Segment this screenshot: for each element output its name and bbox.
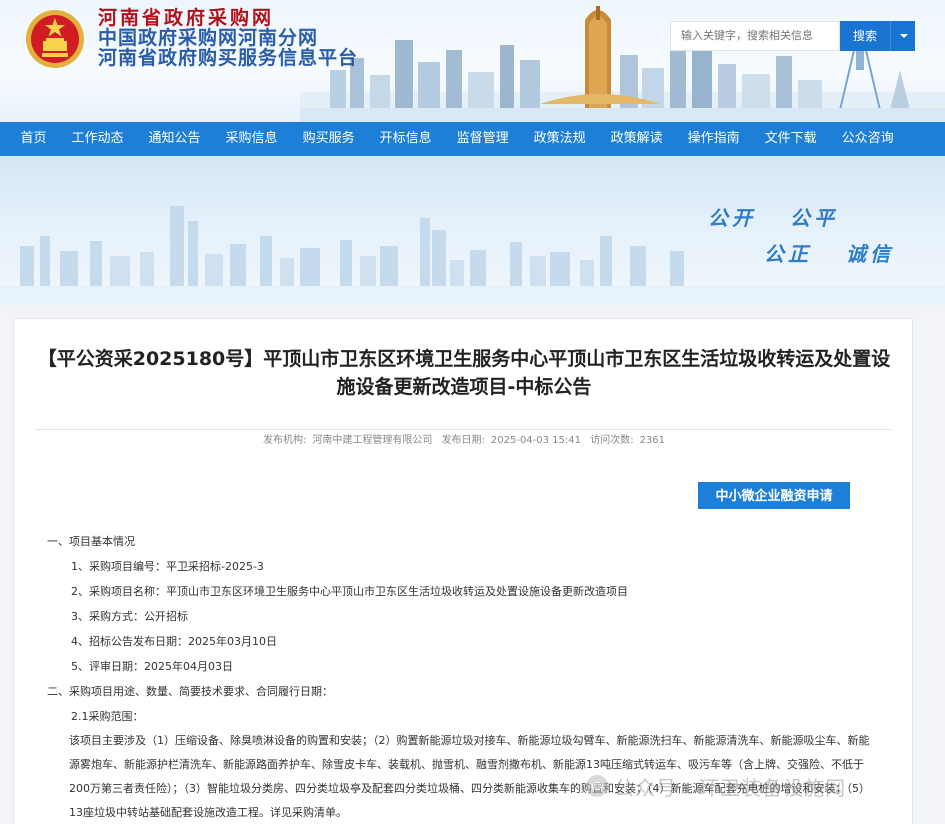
site-title-secondary: 中国政府采购网河南分网 xyxy=(98,27,319,49)
nav-item-policy-interpretation[interactable]: 政策解读 xyxy=(598,122,675,156)
city-skyline-illustration xyxy=(300,6,945,122)
nav-item-downloads[interactable]: 文件下载 xyxy=(752,122,829,156)
article-title: 【平公资采2025180号】平顶山市卫东区环境卫生服务中心平顶山市卫东区生活垃圾… xyxy=(37,348,891,398)
search-button[interactable]: 搜索 xyxy=(840,21,890,51)
nav-item-guide[interactable]: 操作指南 xyxy=(675,122,752,156)
meta-publisher: 河南中建工程管理有限公司 xyxy=(312,435,433,446)
slogan-justice: 公正 xyxy=(764,242,812,266)
sme-financing-button[interactable]: 中小微企业融资申请 xyxy=(698,482,850,509)
title-divider xyxy=(36,429,892,430)
site-title-primary: 河南省政府采购网 xyxy=(98,7,275,29)
info-item-announcement-date: 4、招标公告发布日期：2025年03月10日 xyxy=(71,635,277,648)
nav-item-procurement-info[interactable]: 采购信息 xyxy=(213,122,290,156)
nav-item-notices[interactable]: 通知公告 xyxy=(136,122,213,156)
subsection-scope: 2.1采购范围： xyxy=(71,710,144,723)
section-heading-basic-info: 一、项目基本情况 xyxy=(47,535,135,548)
nav-item-work-news[interactable]: 工作动态 xyxy=(59,122,136,156)
site-title-tertiary: 河南省政府购买服务信息平台 xyxy=(98,47,359,69)
section-heading-usage: 二、采购项目用途、数量、简要技术要求、合同履行日期： xyxy=(47,685,333,698)
search-dropdown-chevron-down-icon[interactable] xyxy=(890,21,915,51)
meta-views: 2361 xyxy=(639,435,666,446)
meta-date-label: 发布日期: xyxy=(441,435,485,446)
nav-item-purchase-services[interactable]: 购买服务 xyxy=(290,122,367,156)
info-item-project-number: 1、采购项目编号：平卫采招标-2025-3 xyxy=(71,560,264,573)
nav-item-bid-opening[interactable]: 开标信息 xyxy=(367,122,444,156)
main-navigation: 首页 工作动态 通知公告 采购信息 购买服务 开标信息 监督管理 政策法规 政策… xyxy=(0,122,945,156)
meta-views-label: 访问次数: xyxy=(590,435,634,446)
nav-item-consultation[interactable]: 公众咨询 xyxy=(829,122,906,156)
site-header: 河南省政府采购网 中国政府采购网河南分网 河南省政府购买服务信息平台 搜索 xyxy=(0,0,945,122)
nav-item-policies[interactable]: 政策法规 xyxy=(521,122,598,156)
site-titles: 河南省政府采购网 中国政府采购网河南分网 河南省政府购买服务信息平台 xyxy=(98,8,358,68)
national-emblem-icon xyxy=(26,10,84,68)
article-meta: 发布机构: 河南中建工程管理有限公司 发布日期: 2025-04-03 15:41 … xyxy=(14,431,914,446)
slogan-fairness: 公平 xyxy=(790,206,838,230)
hero-banner: 公开 公平 公正 诚信 xyxy=(0,156,945,305)
wechat-icon xyxy=(586,775,608,797)
meta-date: 2025-04-03 15:41 xyxy=(490,435,582,446)
nav-item-home[interactable]: 首页 xyxy=(8,122,59,156)
nav-item-supervision[interactable]: 监督管理 xyxy=(444,122,521,156)
watermark-text: 公众号 · 环卫装备设施网 xyxy=(614,775,847,800)
search-input[interactable] xyxy=(670,21,840,51)
slogan-integrity: 诚信 xyxy=(846,242,894,266)
slogan-openness: 公开 xyxy=(708,206,756,230)
info-item-project-name: 2、采购项目名称：平顶山市卫东区环境卫生服务中心平顶山市卫东区生活垃圾收转运及处… xyxy=(71,585,628,598)
meta-publisher-label: 发布机构: xyxy=(262,435,307,446)
info-item-method: 3、采购方式：公开招标 xyxy=(71,610,188,623)
info-item-review-date: 5、评审日期：2025年04月03日 xyxy=(71,660,233,673)
article-panel: 【平公资采2025180号】平顶山市卫东区环境卫生服务中心平顶山市卫东区生活垃圾… xyxy=(13,318,913,824)
wechat-watermark: 公众号 · 环卫装备设施网 xyxy=(586,768,846,804)
